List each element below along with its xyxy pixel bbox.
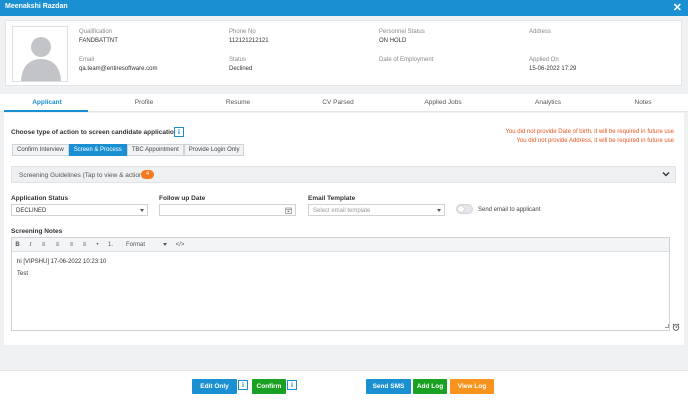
bullet-list-icon[interactable]: • (93, 241, 102, 249)
email-label: Email (79, 57, 95, 63)
email-field: Email qa.team@entiresoftware.com (79, 57, 157, 72)
warning-dob: You did not provide Date of birth, it wi… (505, 129, 674, 135)
address-field: Address (529, 29, 551, 38)
active-tab-indicator (4, 110, 88, 112)
status-value: Declined (229, 66, 253, 72)
italic-icon[interactable]: I (26, 241, 35, 249)
window-titlebar: Meenakshi Razdan ✕ (0, 0, 688, 16)
phone-label: Phone No (229, 29, 256, 35)
note-line-1: hi [VIPSHU] 17-06-2022 10:23:10 (17, 259, 107, 265)
qualification-label: Qualification (79, 29, 113, 35)
tab-notes[interactable]: Notes (635, 99, 652, 106)
format-select[interactable]: Format (123, 240, 170, 250)
calendar-icon[interactable] (285, 207, 292, 214)
confirm-info-icon[interactable]: i (287, 380, 297, 390)
personnel-status-field: Personnel Status ON HOLD (379, 29, 425, 44)
application-status-select[interactable]: DECLINED (11, 204, 148, 216)
editor-toolbar: B I ≡ ≡ ≡ ≡ • 1. Format </> (12, 238, 669, 252)
send-email-label: Send email to applicant (478, 207, 541, 213)
edit-only-info-icon[interactable]: i (238, 380, 248, 390)
date-of-employment-label: Date of Employment (379, 57, 434, 63)
action-type-group: Confirm Interview Screen & Process TBC A… (12, 144, 245, 156)
bold-icon[interactable]: B (13, 241, 22, 249)
format-select-label: Format (126, 242, 146, 248)
send-email-toggle[interactable] (456, 204, 473, 214)
applied-on-label: Applied On (529, 57, 559, 63)
action-heading: Choose type of action to screen candidat… (11, 129, 178, 136)
phone-field: Phone No 112121212121 (229, 29, 269, 44)
view-log-button[interactable]: View Log (450, 379, 494, 394)
warning-address: You did not provide Address, it will be … (516, 138, 674, 144)
caret-down-icon (163, 243, 167, 246)
candidate-summary-card: Qualification FANDBATTNT Phone No 112121… (5, 20, 682, 86)
status-label: Status (229, 57, 247, 63)
align-right-icon[interactable]: ≡ (67, 241, 76, 249)
provide-login-only-button[interactable]: Provide Login Only (183, 144, 245, 156)
applied-on-value: 15-06-2022 17:29 (529, 66, 577, 72)
applicant-screening-panel: Choose type of action to screen candidat… (4, 113, 684, 345)
tab-applicant[interactable]: Applicant (32, 99, 62, 106)
email-template-placeholder: Select email template (313, 208, 371, 214)
screening-guidelines-toggle[interactable]: Screening Guidelines (Tap to view & acti… (11, 166, 676, 183)
screening-notes-editor[interactable]: B I ≡ ≡ ≡ ≡ • 1. Format </> hi [VIPSHU] … (11, 237, 670, 331)
personnel-status-label: Personnel Status (379, 29, 425, 35)
qualification-field: Qualification FANDBATTNT (79, 29, 118, 44)
edit-only-button[interactable]: Edit Only (192, 379, 237, 394)
source-code-icon[interactable]: </> (174, 241, 186, 249)
caret-down-icon (140, 209, 144, 212)
guidelines-count-badge: 4 (141, 170, 154, 179)
tbc-appointment-button[interactable]: TBC Appointment (126, 144, 184, 156)
tab-bar: Applicant Profile Resume CV Parsed Appli… (0, 94, 688, 112)
toggle-knob (458, 206, 464, 212)
send-sms-button[interactable]: Send SMS (366, 379, 411, 394)
email-template-select[interactable]: Select email template (308, 204, 445, 216)
screening-guidelines-label: Screening Guidelines (Tap to view & acti… (19, 172, 145, 179)
add-log-button[interactable]: Add Log (413, 379, 447, 394)
follow-up-date-input[interactable] (159, 204, 296, 216)
confirm-button[interactable]: Confirm (252, 379, 286, 394)
window-title: Meenakshi Razdan (5, 3, 68, 10)
application-status-label: Application Status (11, 195, 69, 202)
action-info-icon[interactable]: i (174, 127, 184, 137)
confirm-interview-button[interactable]: Confirm Interview (12, 144, 69, 156)
follow-up-date-label: Follow up Date (159, 195, 206, 202)
phone-value: 112121212121 (229, 38, 269, 44)
qualification-value: FANDBATTNT (79, 38, 118, 44)
numbered-list-icon[interactable]: 1. (106, 241, 115, 249)
tab-applied-jobs[interactable]: Applied Jobs (424, 99, 461, 106)
date-of-employment-field: Date of Employment (379, 57, 433, 66)
modal-footer: Edit Only i Confirm i Send SMS Add Log V… (0, 370, 688, 400)
tab-resume[interactable]: Resume (226, 99, 250, 106)
tab-profile[interactable]: Profile (135, 99, 153, 106)
alarm-clock-icon[interactable] (672, 323, 680, 331)
application-status-value: DECLINED (16, 208, 47, 214)
personnel-status-value: ON HOLD (379, 38, 407, 44)
align-center-icon[interactable]: ≡ (53, 241, 62, 249)
user-avatar-icon (12, 26, 68, 82)
caret-down-icon (437, 209, 441, 212)
status-field: Status Declined (229, 57, 252, 72)
email-value: qa.team@entiresoftware.com (79, 66, 158, 72)
align-justify-icon[interactable]: ≡ (80, 241, 89, 249)
tab-cv-parsed[interactable]: CV Parsed (322, 99, 353, 106)
address-label: Address (529, 29, 552, 35)
tab-analytics[interactable]: Analytics (535, 99, 561, 106)
screen-process-button[interactable]: Screen & Process (68, 144, 127, 156)
email-template-label: Email Template (308, 195, 356, 202)
note-line-2: Test (17, 271, 29, 277)
applied-on-field: Applied On 15-06-2022 17:29 (529, 57, 576, 72)
resize-handle-icon[interactable] (665, 324, 669, 328)
align-left-icon[interactable]: ≡ (39, 241, 48, 249)
chevron-down-icon (662, 172, 670, 177)
screening-notes-label: Screening Notes (11, 228, 63, 235)
close-icon[interactable]: ✕ (673, 1, 682, 14)
